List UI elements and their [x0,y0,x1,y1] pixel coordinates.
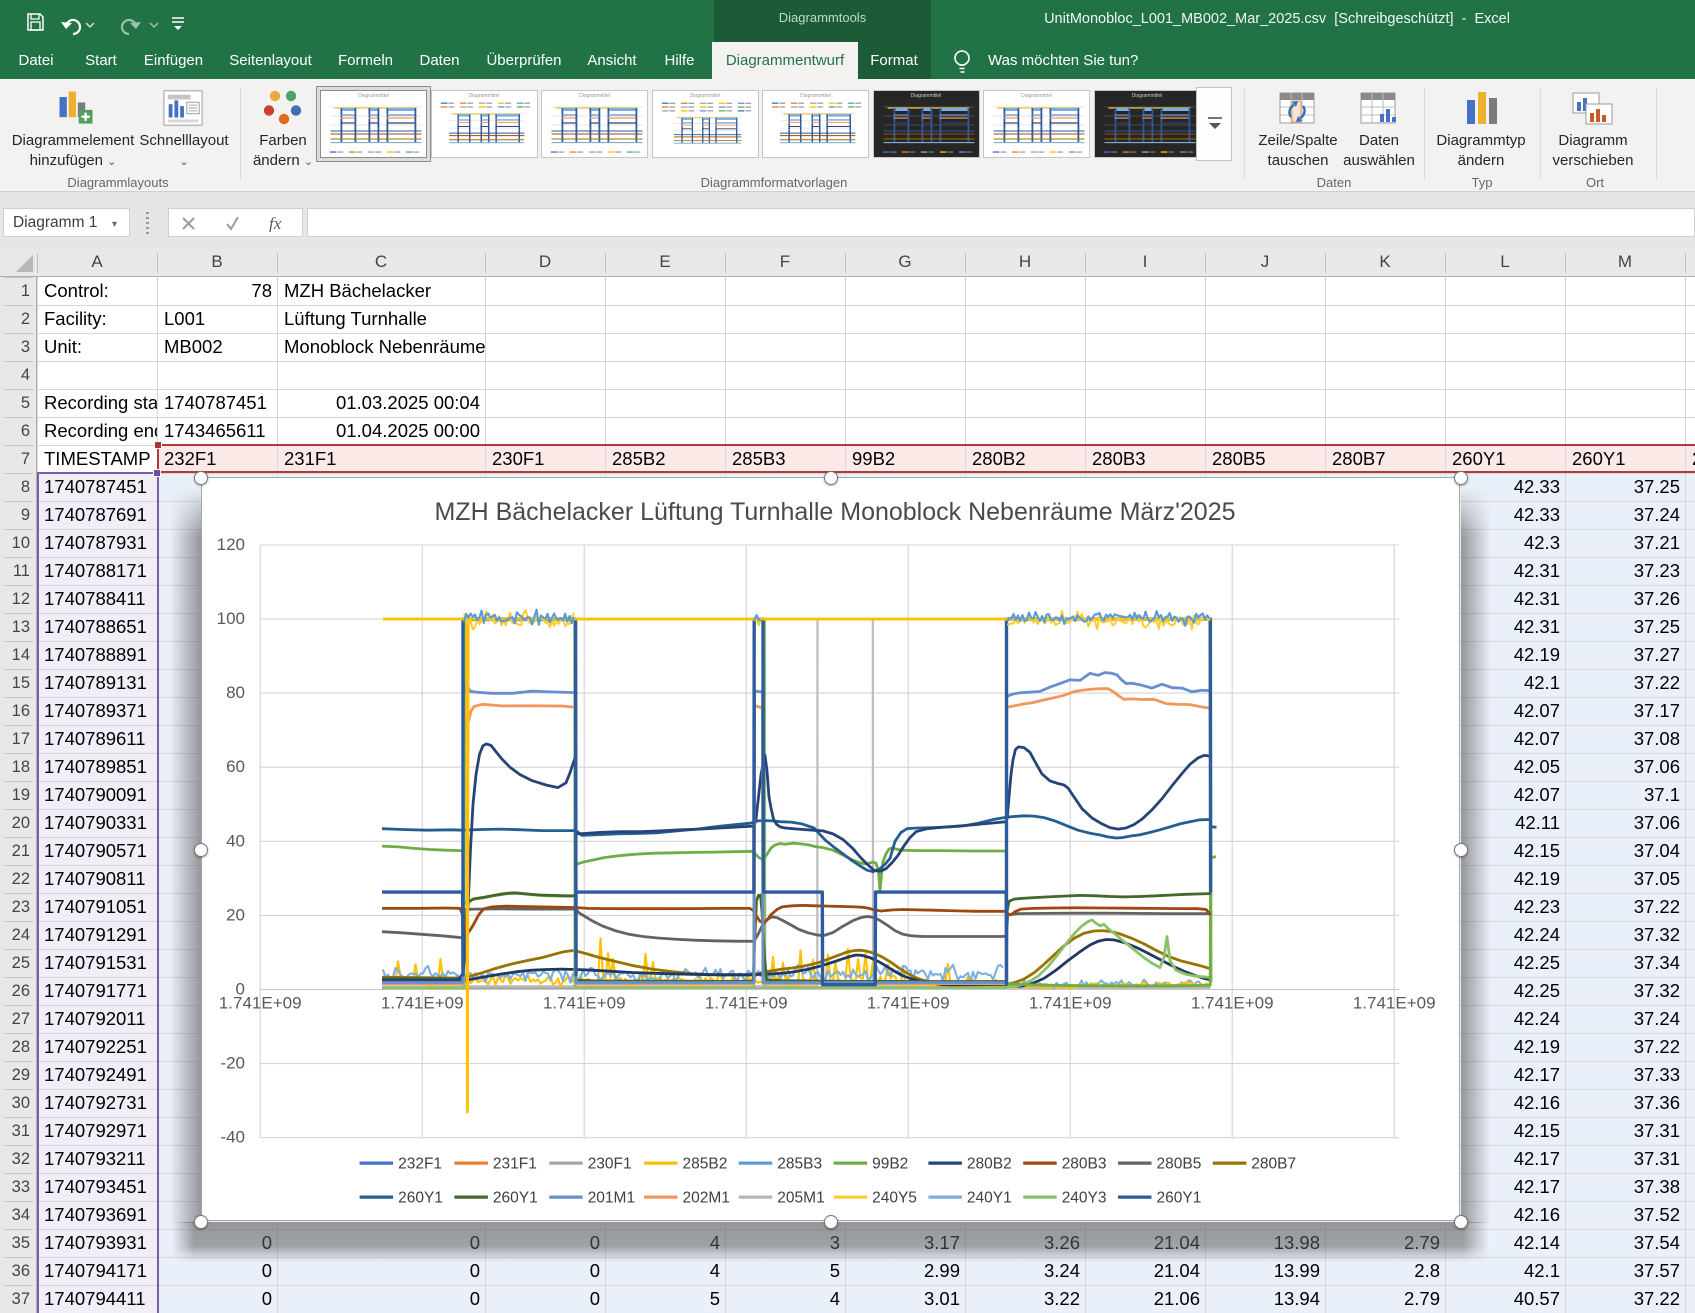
svg-text:231F1: 231F1 [493,1155,537,1172]
svg-text:260Y1: 260Y1 [493,1189,538,1206]
svg-text:20: 20 [226,905,245,924]
svg-text:1.741E+09: 1.741E+09 [705,994,788,1013]
svg-text:1.741E+09: 1.741E+09 [1029,994,1112,1013]
svg-text:280B2: 280B2 [967,1155,1012,1172]
svg-text:99B2: 99B2 [872,1155,908,1172]
svg-text:fx: fx [269,215,282,232]
svg-text:240Y5: 240Y5 [872,1189,917,1206]
svg-text:1.741E+09: 1.741E+09 [219,994,302,1013]
svg-text:1.741E+09: 1.741E+09 [543,994,626,1013]
svg-text:-40: -40 [220,1128,245,1147]
svg-text:MZH Bächelacker Lüftung Turnha: MZH Bächelacker Lüftung Turnhalle Monobl… [434,498,1235,526]
svg-text:280B5: 280B5 [1157,1155,1202,1172]
svg-text:230F1: 230F1 [588,1155,632,1172]
svg-text:80: 80 [226,683,245,702]
svg-text:1.741E+09: 1.741E+09 [867,994,950,1013]
svg-text:285B2: 285B2 [683,1155,728,1172]
svg-text:205M1: 205M1 [777,1189,824,1206]
svg-text:260Y1: 260Y1 [1157,1189,1202,1206]
svg-text:285B3: 285B3 [777,1155,822,1172]
svg-text:201M1: 201M1 [588,1189,635,1206]
svg-text:260Y1: 260Y1 [398,1189,443,1206]
svg-text:1.741E+09: 1.741E+09 [1191,994,1274,1013]
svg-text:240Y1: 240Y1 [967,1189,1012,1206]
svg-text:280B3: 280B3 [1062,1155,1107,1172]
svg-text:-20: -20 [220,1054,245,1073]
svg-text:120: 120 [217,535,245,554]
svg-text:202M1: 202M1 [683,1189,730,1206]
svg-text:1.741E+09: 1.741E+09 [381,994,464,1013]
svg-text:240Y3: 240Y3 [1062,1189,1107,1206]
svg-text:1.741E+09: 1.741E+09 [1353,994,1436,1013]
svg-text:40: 40 [226,831,245,850]
svg-text:60: 60 [226,757,245,776]
svg-text:232F1: 232F1 [398,1155,442,1172]
svg-text:280B7: 280B7 [1251,1155,1296,1172]
svg-text:100: 100 [217,609,245,628]
